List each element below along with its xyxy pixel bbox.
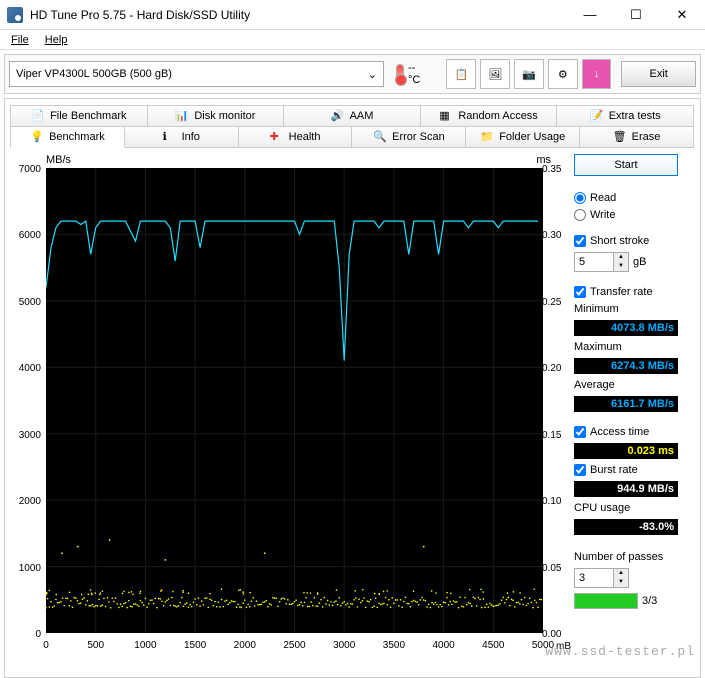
folder-icon: 📁 [480, 130, 494, 144]
y2-axis-ticks: 0.000.050.100.150.200.250.300.35 [542, 164, 566, 634]
cpu-usage-label: CPU usage [574, 502, 678, 514]
passes-progress [574, 593, 638, 609]
short-stroke-spinner[interactable]: ▲▼ [574, 252, 629, 272]
maximum-label: Maximum [574, 341, 678, 353]
save-screenshot-button[interactable]: 📷 [514, 59, 544, 89]
content-area: 📄File Benchmark 📊Disk monitor 🔊AAM ▦Rand… [4, 98, 701, 678]
burst-rate-check[interactable]: Burst rate [574, 464, 678, 476]
health-icon: ✚ [270, 130, 284, 144]
tab-file-benchmark[interactable]: 📄File Benchmark [10, 105, 148, 127]
copy-info-button[interactable]: 📋 [446, 59, 476, 89]
tab-extra-tests[interactable]: 📝Extra tests [556, 105, 694, 127]
benchmark-chart [46, 168, 543, 633]
average-label: Average [574, 379, 678, 391]
short-stroke-unit: gB [633, 256, 646, 268]
tab-disk-monitor[interactable]: 📊Disk monitor [147, 105, 285, 127]
thermometer-icon [396, 64, 404, 84]
trash-icon: 🗑 [613, 130, 627, 144]
spin-up-icon[interactable]: ▲ [614, 569, 628, 578]
sidebar: Start Read Write Short stroke ▲▼ gB Tran… [566, 154, 678, 674]
titlebar: HD Tune Pro 5.75 - Hard Disk/SSD Utility… [0, 0, 705, 30]
read-radio[interactable]: Read [574, 192, 678, 204]
tab-benchmark[interactable]: 💡Benchmark [10, 126, 125, 148]
tab-row-2: 💡Benchmark ℹInfo ✚Health 🔍Error Scan 📁Fo… [11, 126, 694, 148]
access-time-check[interactable]: Access time [574, 426, 678, 438]
info-icon: ℹ [163, 130, 177, 144]
short-stroke-check[interactable]: Short stroke [574, 235, 678, 247]
drive-dropdown[interactable]: Viper VP4300L 500GB (500 gB) ⌄ [9, 61, 384, 87]
copy-screenshot-button[interactable]: 🖼 [480, 59, 510, 89]
passes-input[interactable] [575, 572, 613, 584]
bulb-icon: 💡 [30, 130, 44, 144]
tab-erase[interactable]: 🗑Erase [579, 126, 694, 148]
menubar: File Help [0, 30, 705, 50]
minimum-value: 4073.8 MB/s [574, 320, 678, 336]
drive-label: Viper VP4300L 500GB (500 gB) [16, 68, 172, 80]
options-button[interactable]: ⚙ [548, 59, 578, 89]
close-button[interactable]: ✕ [659, 0, 705, 30]
chevron-down-icon: ⌄ [368, 68, 377, 81]
spin-down-icon[interactable]: ▼ [614, 262, 628, 271]
maximum-value: 6274.3 MB/s [574, 358, 678, 374]
burst-rate-value: 944.9 MB/s [574, 481, 678, 497]
benchmark-panel: MB/s ms 01000200030004000500060007000 0.… [11, 154, 694, 674]
minimize-button[interactable]: — [567, 0, 613, 30]
toolbar: Viper VP4300L 500GB (500 gB) ⌄ -- °C 📋 🖼… [4, 54, 701, 94]
passes-spinner[interactable]: ▲▼ [574, 568, 629, 588]
x-axis-ticks: 0500100015002000250030003500400045005000 [46, 638, 546, 652]
start-button[interactable]: Start [574, 154, 678, 176]
tab-info[interactable]: ℹInfo [124, 126, 239, 148]
cpu-usage-value: -83.0% [574, 519, 678, 535]
tab-error-scan[interactable]: 🔍Error Scan [351, 126, 466, 148]
tests-icon: 📝 [590, 109, 604, 123]
minimum-label: Minimum [574, 303, 678, 315]
y1-axis-ticks: 01000200030004000500060007000 [11, 164, 43, 634]
tab-folder-usage[interactable]: 📁Folder Usage [465, 126, 580, 148]
passes-progress-text: 3/3 [642, 595, 657, 607]
maximize-button[interactable]: ☐ [613, 0, 659, 30]
random-icon: ▦ [439, 109, 453, 123]
spin-up-icon[interactable]: ▲ [614, 253, 628, 262]
tab-random-access[interactable]: ▦Random Access [420, 105, 558, 127]
temperature-display: -- °C [396, 62, 430, 86]
watermark: www.ssd-tester.pl [545, 644, 695, 659]
tab-health[interactable]: ✚Health [238, 126, 353, 148]
exit-button[interactable]: Exit [621, 61, 695, 87]
passes-label: Number of passes [574, 551, 678, 563]
average-value: 6161.7 MB/s [574, 396, 678, 412]
tab-row-1: 📄File Benchmark 📊Disk monitor 🔊AAM ▦Rand… [11, 105, 694, 127]
access-time-value: 0.023 ms [574, 443, 678, 459]
save-button[interactable]: ↓ [582, 59, 612, 89]
menu-help[interactable]: Help [39, 32, 74, 48]
speaker-icon: 🔊 [331, 109, 345, 123]
spin-down-icon[interactable]: ▼ [614, 578, 628, 587]
tab-aam[interactable]: 🔊AAM [283, 105, 421, 127]
temperature-value: -- °C [408, 62, 431, 86]
file-icon: 📄 [31, 109, 45, 123]
write-radio[interactable]: Write [574, 209, 678, 221]
app-icon [7, 7, 23, 23]
y1-axis-label: MB/s [46, 154, 71, 166]
menu-file[interactable]: File [5, 32, 35, 48]
short-stroke-input[interactable] [575, 256, 613, 268]
chart-panel: MB/s ms 01000200030004000500060007000 0.… [11, 154, 566, 674]
transfer-rate-check[interactable]: Transfer rate [574, 286, 678, 298]
title-text: HD Tune Pro 5.75 - Hard Disk/SSD Utility [30, 8, 567, 22]
monitor-icon: 📊 [175, 109, 189, 123]
magnifier-icon: 🔍 [373, 130, 387, 144]
